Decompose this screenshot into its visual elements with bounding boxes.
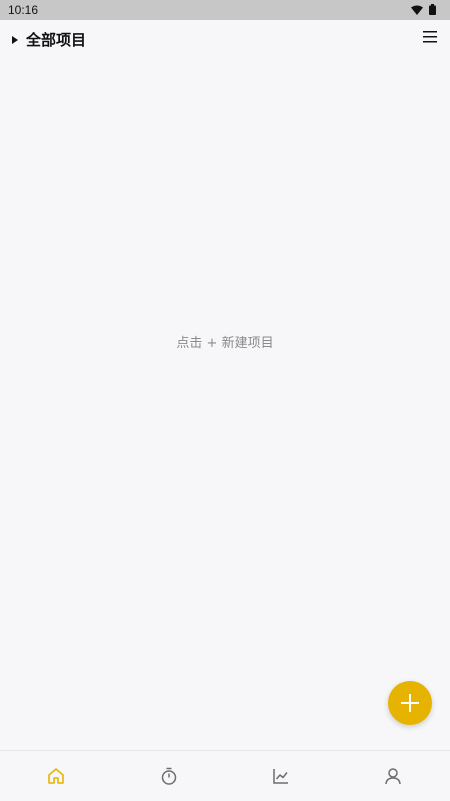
menu-button[interactable]	[422, 29, 438, 45]
hamburger-menu-icon	[423, 31, 437, 43]
timer-icon	[161, 767, 177, 785]
add-project-button[interactable]	[388, 681, 432, 725]
nav-item-home[interactable]	[0, 751, 112, 801]
project-filter-dropdown[interactable]: 全部项目	[12, 29, 86, 50]
profile-icon	[385, 768, 401, 785]
nav-item-stats[interactable]	[225, 751, 337, 801]
home-icon	[48, 768, 64, 784]
bottom-nav	[0, 750, 450, 801]
header: 全部项目	[0, 20, 450, 60]
page-title: 全部项目	[26, 31, 87, 49]
status-icons	[411, 4, 436, 15]
plus-icon	[401, 694, 419, 712]
caret-right-icon	[12, 35, 18, 44]
nav-item-profile[interactable]	[337, 751, 449, 801]
battery-icon	[429, 4, 436, 15]
empty-state-hint: 点击 + 新建项目	[176, 336, 274, 351]
nav-item-timer[interactable]	[113, 751, 225, 801]
wifi-icon	[411, 5, 423, 15]
status-bar: 10:16	[0, 0, 450, 20]
chart-icon	[273, 769, 288, 784]
status-time: 10:16	[8, 3, 39, 17]
